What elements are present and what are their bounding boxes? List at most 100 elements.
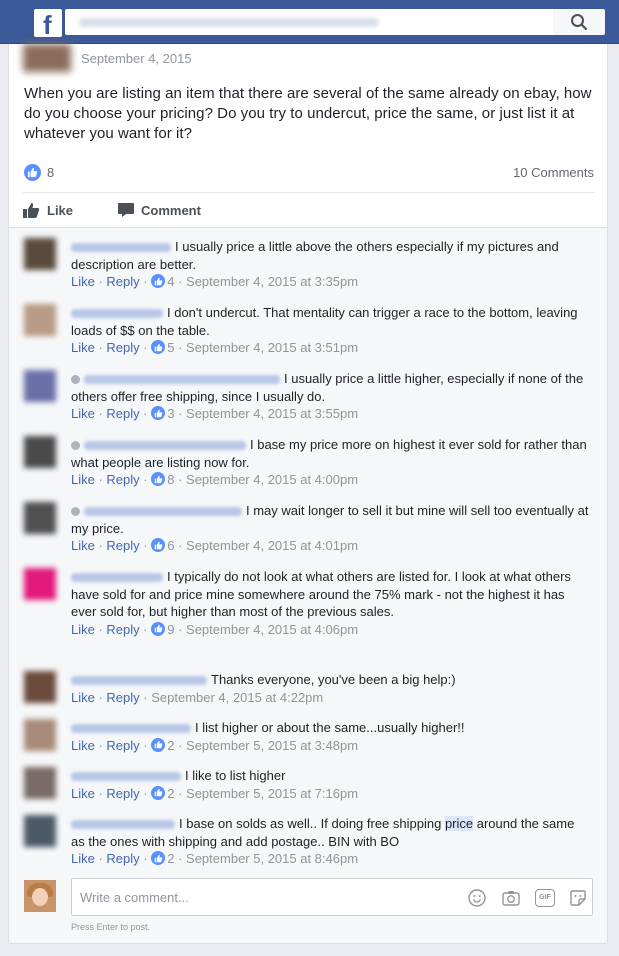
comment-meta: Like · Reply · 6 · September 4, 2015 at … (71, 538, 359, 553)
comment-reply-link[interactable]: Reply (106, 690, 139, 705)
comment-like-link[interactable]: Like (71, 622, 95, 637)
commenter-avatar[interactable] (24, 767, 56, 799)
comment-meta: Like · Reply · 4 · September 4, 2015 at … (71, 274, 359, 289)
gif-icon-label: GIF (539, 894, 551, 901)
facebook-logo[interactable]: f (34, 9, 62, 37)
comment-body: I typically do not look at what others a… (71, 568, 591, 639)
comment-like-link[interactable]: Like (71, 406, 95, 421)
comment-input-placeholder: Write a comment... (80, 890, 189, 905)
logo-letter: f (43, 10, 52, 37)
comment-reply-link[interactable]: Reply (106, 472, 139, 487)
like-button-label: Like (47, 203, 74, 218)
comment-reply-link[interactable]: Reply (106, 274, 139, 289)
comment-reaction-count[interactable]: 2 (167, 786, 174, 801)
comment-reaction-count[interactable]: 4 (167, 274, 174, 289)
commenter-avatar[interactable] (24, 671, 56, 703)
comment-timestamp[interactable]: September 5, 2015 at 7:16pm (186, 786, 358, 801)
comment-timestamp[interactable]: September 4, 2015 at 4:06pm (186, 622, 358, 637)
commenter-avatar[interactable] (24, 719, 56, 751)
like-reaction-icon (151, 472, 166, 486)
commenter-name-redacted[interactable] (71, 573, 163, 583)
comment-reaction-count[interactable]: 9 (167, 622, 174, 637)
commenter-avatar[interactable] (24, 568, 56, 600)
commenter-name-redacted[interactable] (84, 441, 246, 451)
comment-reply-link[interactable]: Reply (106, 786, 139, 801)
comments-count[interactable]: 10 Comments (513, 165, 594, 180)
commenter-avatar[interactable] (24, 238, 56, 270)
commenter-name-redacted[interactable] (84, 507, 242, 517)
comment-meta: Like · Reply · 9 · September 4, 2015 at … (71, 621, 359, 637)
comment-reply-link[interactable]: Reply (106, 538, 139, 553)
comment-reaction-count[interactable]: 5 (167, 340, 174, 355)
current-user-avatar[interactable] (24, 880, 56, 912)
comment-text: I list higher or about the same...usuall… (195, 720, 465, 735)
comment-reply-link[interactable]: Reply (106, 340, 139, 355)
like-reaction-icon (151, 340, 166, 354)
comment-reply-link[interactable]: Reply (106, 406, 139, 421)
comment-timestamp[interactable]: September 4, 2015 at 4:00pm (186, 472, 358, 487)
comment-like-link[interactable]: Like (71, 851, 95, 866)
comment-reply-link[interactable]: Reply (106, 622, 139, 637)
comment-timestamp[interactable]: September 4, 2015 at 3:55pm (186, 406, 358, 421)
like-reaction-icon (151, 621, 166, 636)
commenter-avatar[interactable] (24, 304, 56, 336)
comment-reaction-count[interactable]: 6 (167, 538, 174, 553)
comment-timestamp[interactable]: September 5, 2015 at 3:48pm (186, 738, 358, 753)
top-navigation-bar: f (0, 0, 619, 44)
search-button[interactable] (553, 9, 605, 35)
comment-body: I may wait longer to sell it but mine wi… (71, 502, 591, 555)
like-reaction-icon[interactable] (24, 164, 41, 181)
comment-text-highlight: price (444, 816, 474, 831)
comment-input[interactable]: Write a comment... GIF (71, 878, 593, 916)
commenter-avatar[interactable] (24, 502, 56, 534)
search-input[interactable] (65, 9, 553, 35)
search-icon (571, 14, 588, 31)
comment-body: I base on solds as well.. If doing free … (71, 815, 591, 868)
gif-icon[interactable]: GIF (535, 889, 555, 907)
commenter-name-redacted[interactable] (71, 309, 163, 319)
comment-body: Thanks everyone, you've been a big help:… (71, 671, 591, 707)
comment-like-link[interactable]: Like (71, 690, 95, 705)
comment-timestamp[interactable]: September 4, 2015 at 4:01pm (186, 538, 358, 553)
comment-like-link[interactable]: Like (71, 538, 95, 553)
commenter-name-redacted[interactable] (71, 676, 207, 686)
commenter-avatar[interactable] (24, 436, 56, 468)
commenter-avatar[interactable] (24, 815, 56, 847)
comment-reaction-count[interactable]: 2 (167, 851, 174, 866)
verified-badge-icon (71, 375, 80, 385)
camera-icon[interactable] (501, 888, 521, 908)
emoji-icon[interactable] (467, 888, 487, 908)
comment-reaction-count[interactable]: 3 (167, 406, 174, 421)
verified-badge-icon (71, 441, 80, 451)
commenter-name-redacted[interactable] (71, 724, 191, 734)
post-date[interactable]: September 4, 2015 (81, 51, 192, 66)
comment-timestamp[interactable]: September 5, 2015 at 8:46pm (186, 851, 358, 866)
like-count[interactable]: 8 (47, 165, 54, 180)
like-reaction-icon (151, 851, 166, 865)
commenter-name-redacted[interactable] (71, 820, 175, 830)
commenter-name-redacted[interactable] (71, 772, 181, 782)
commenter-avatar[interactable] (24, 370, 56, 402)
commenter-name-redacted[interactable] (84, 375, 280, 385)
like-reaction-icon (151, 406, 166, 420)
comment-timestamp[interactable]: September 4, 2015 at 3:35pm (186, 274, 358, 289)
sticker-icon[interactable] (568, 888, 588, 908)
stats-divider (23, 192, 595, 193)
comment-like-link[interactable]: Like (71, 274, 95, 289)
comment-reply-link[interactable]: Reply (106, 851, 139, 866)
comment-timestamp[interactable]: September 4, 2015 at 3:51pm (186, 340, 358, 355)
comment-like-link[interactable]: Like (71, 786, 95, 801)
post-author-avatar[interactable] (23, 44, 71, 72)
comment-body: I like to list higher Like · Reply · 2 ·… (71, 767, 591, 803)
comment-like-link[interactable]: Like (71, 738, 95, 753)
comment-reply-link[interactable]: Reply (106, 738, 139, 753)
comment-timestamp[interactable]: September 4, 2015 at 4:22pm (151, 690, 323, 705)
post-actions: Like Comment (9, 196, 609, 226)
comment-reaction-count[interactable]: 8 (167, 472, 174, 487)
search-query-redacted (79, 18, 379, 27)
commenter-name-redacted[interactable] (71, 243, 171, 253)
comment-bubble-icon (118, 203, 134, 217)
comment-like-link[interactable]: Like (71, 472, 95, 487)
comment-reaction-count[interactable]: 2 (167, 738, 174, 753)
comment-like-link[interactable]: Like (71, 340, 95, 355)
